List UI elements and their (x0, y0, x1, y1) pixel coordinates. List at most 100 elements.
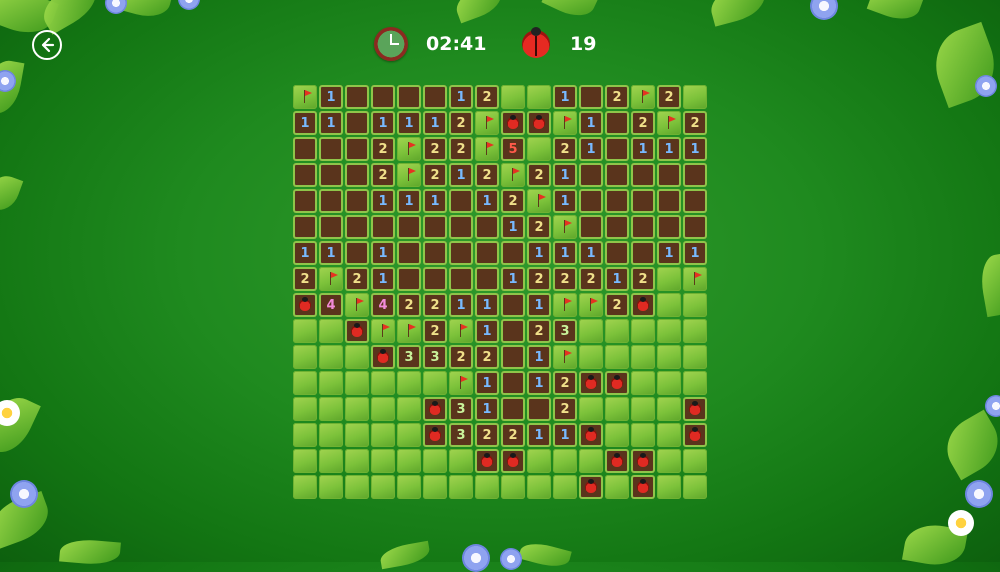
number-tile[interactable]: 1 (475, 293, 499, 317)
flag-icon[interactable] (527, 189, 551, 213)
number-tile[interactable]: 1 (423, 189, 447, 213)
revealed-empty-tile[interactable] (397, 215, 421, 239)
ladybug-icon[interactable] (345, 319, 369, 343)
unrevealed-tile[interactable] (397, 449, 421, 473)
revealed-empty-tile[interactable] (319, 163, 343, 187)
unrevealed-tile[interactable] (683, 449, 707, 473)
revealed-empty-tile[interactable] (605, 241, 629, 265)
number-tile[interactable]: 1 (527, 241, 551, 265)
unrevealed-tile[interactable] (527, 137, 551, 161)
revealed-empty-tile[interactable] (319, 215, 343, 239)
ladybug-icon[interactable] (527, 111, 551, 135)
revealed-empty-tile[interactable] (657, 189, 681, 213)
number-tile[interactable]: 2 (449, 137, 473, 161)
revealed-empty-tile[interactable] (501, 241, 525, 265)
unrevealed-tile[interactable] (579, 449, 603, 473)
flag-icon[interactable] (397, 319, 421, 343)
revealed-empty-tile[interactable] (605, 137, 629, 161)
number-tile[interactable]: 2 (553, 397, 577, 421)
unrevealed-tile[interactable] (553, 449, 577, 473)
number-tile[interactable]: 2 (657, 85, 681, 109)
revealed-empty-tile[interactable] (579, 163, 603, 187)
revealed-empty-tile[interactable] (501, 319, 525, 343)
number-tile[interactable]: 2 (527, 319, 551, 343)
number-tile[interactable]: 1 (449, 293, 473, 317)
number-tile[interactable]: 2 (631, 111, 655, 135)
unrevealed-tile[interactable] (423, 371, 447, 395)
ladybug-icon[interactable] (631, 475, 655, 499)
unrevealed-tile[interactable] (579, 345, 603, 369)
unrevealed-tile[interactable] (683, 85, 707, 109)
number-tile[interactable]: 1 (293, 241, 317, 265)
unrevealed-tile[interactable] (579, 397, 603, 421)
number-tile[interactable]: 4 (371, 293, 395, 317)
number-tile[interactable]: 2 (605, 85, 629, 109)
number-tile[interactable]: 1 (319, 241, 343, 265)
number-tile[interactable]: 1 (319, 111, 343, 135)
number-tile[interactable]: 3 (449, 423, 473, 447)
flag-icon[interactable] (449, 371, 473, 395)
revealed-empty-tile[interactable] (683, 189, 707, 213)
unrevealed-tile[interactable] (371, 371, 395, 395)
revealed-empty-tile[interactable] (605, 163, 629, 187)
number-tile[interactable]: 1 (657, 241, 681, 265)
number-tile[interactable]: 1 (683, 241, 707, 265)
unrevealed-tile[interactable] (475, 475, 499, 499)
number-tile[interactable]: 1 (657, 137, 681, 161)
flag-icon[interactable] (501, 163, 525, 187)
number-tile[interactable]: 1 (553, 189, 577, 213)
ladybug-icon[interactable] (683, 423, 707, 447)
ladybug-icon[interactable] (423, 397, 447, 421)
revealed-empty-tile[interactable] (605, 215, 629, 239)
unrevealed-tile[interactable] (397, 475, 421, 499)
unrevealed-tile[interactable] (319, 371, 343, 395)
unrevealed-tile[interactable] (683, 293, 707, 317)
number-tile[interactable]: 2 (371, 163, 395, 187)
unrevealed-tile[interactable] (345, 423, 369, 447)
ladybug-icon[interactable] (631, 293, 655, 317)
revealed-empty-tile[interactable] (475, 215, 499, 239)
number-tile[interactable]: 2 (397, 293, 421, 317)
unrevealed-tile[interactable] (605, 345, 629, 369)
unrevealed-tile[interactable] (683, 475, 707, 499)
number-tile[interactable]: 1 (397, 189, 421, 213)
revealed-empty-tile[interactable] (371, 215, 395, 239)
number-tile[interactable]: 2 (423, 293, 447, 317)
revealed-empty-tile[interactable] (605, 189, 629, 213)
unrevealed-tile[interactable] (683, 319, 707, 343)
unrevealed-tile[interactable] (657, 293, 681, 317)
revealed-empty-tile[interactable] (345, 215, 369, 239)
ladybug-icon[interactable] (579, 423, 603, 447)
unrevealed-tile[interactable] (293, 397, 317, 421)
revealed-empty-tile[interactable] (475, 267, 499, 291)
number-tile[interactable]: 2 (475, 163, 499, 187)
ladybug-icon[interactable] (631, 449, 655, 473)
unrevealed-tile[interactable] (579, 319, 603, 343)
revealed-empty-tile[interactable] (631, 241, 655, 265)
number-tile[interactable]: 1 (605, 267, 629, 291)
number-tile[interactable]: 1 (371, 241, 395, 265)
number-tile[interactable]: 2 (553, 267, 577, 291)
revealed-empty-tile[interactable] (423, 241, 447, 265)
unrevealed-tile[interactable] (293, 423, 317, 447)
unrevealed-tile[interactable] (631, 397, 655, 421)
revealed-empty-tile[interactable] (449, 241, 473, 265)
revealed-empty-tile[interactable] (501, 397, 525, 421)
unrevealed-tile[interactable] (657, 397, 681, 421)
flag-icon[interactable] (475, 111, 499, 135)
revealed-empty-tile[interactable] (345, 111, 369, 135)
number-tile[interactable]: 1 (579, 111, 603, 135)
revealed-empty-tile[interactable] (605, 111, 629, 135)
unrevealed-tile[interactable] (293, 319, 317, 343)
flag-icon[interactable] (683, 267, 707, 291)
number-tile[interactable]: 1 (319, 85, 343, 109)
ladybug-icon[interactable] (579, 371, 603, 395)
unrevealed-tile[interactable] (345, 475, 369, 499)
revealed-empty-tile[interactable] (293, 215, 317, 239)
revealed-empty-tile[interactable] (397, 267, 421, 291)
revealed-empty-tile[interactable] (501, 293, 525, 317)
ladybug-icon[interactable] (423, 423, 447, 447)
unrevealed-tile[interactable] (293, 449, 317, 473)
unrevealed-tile[interactable] (657, 319, 681, 343)
number-tile[interactable]: 2 (631, 267, 655, 291)
